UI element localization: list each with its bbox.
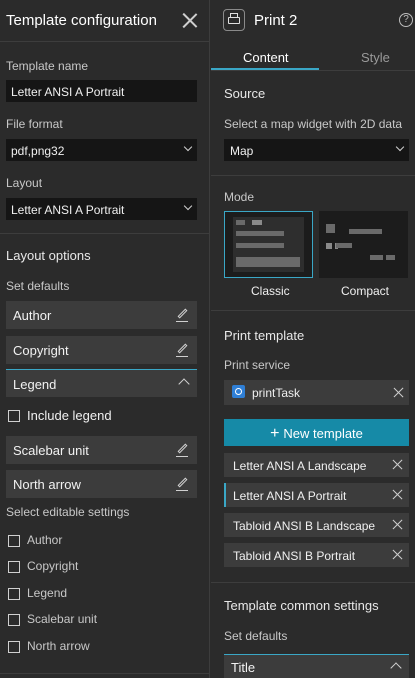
template-name-input[interactable]: Letter ANSI A Portrait <box>6 80 197 102</box>
remove-icon[interactable] <box>392 519 403 530</box>
remove-icon[interactable] <box>393 387 404 398</box>
tab-bar: Content Style <box>211 42 415 71</box>
tab-style[interactable]: Style <box>361 50 390 65</box>
chevron-up-icon[interactable] <box>178 378 190 390</box>
print-service-item[interactable]: printTask <box>224 380 409 405</box>
scalebar-unit-default-row[interactable]: Scalebar unit <box>6 436 197 464</box>
edit-icon[interactable] <box>176 477 188 491</box>
map-widget-value: Map <box>230 144 254 158</box>
divider <box>0 233 209 234</box>
divider <box>211 175 415 176</box>
print-template-title: Print template <box>224 328 305 343</box>
chevron-down-icon <box>183 142 193 152</box>
divider <box>211 582 415 583</box>
title-default-row[interactable]: Title <box>224 654 409 678</box>
editable-item: Copyright <box>27 559 79 573</box>
copyright-label: Copyright <box>13 343 69 358</box>
template-list-item[interactable]: Tabloid ANSI B Portrait <box>224 543 409 567</box>
legend-label: Legend <box>13 377 57 392</box>
source-subtitle: Select a map widget with 2D data <box>224 117 403 131</box>
template-name: Tabloid ANSI B Portrait <box>233 549 356 563</box>
editable-item: Legend <box>27 586 68 600</box>
template-list-item[interactable]: Letter ANSI A Portrait <box>224 483 409 507</box>
mode-classic-label: Classic <box>251 284 290 298</box>
divider <box>211 310 415 311</box>
compact-preview-icon <box>326 224 395 260</box>
set-defaults-label: Set defaults <box>224 629 288 643</box>
template-configuration-panel: Template configuration Template name Let… <box>0 0 210 678</box>
print-service-label: Print service <box>224 358 291 372</box>
editable-item: Author <box>27 533 63 547</box>
source-title: Source <box>224 86 266 101</box>
panel-header: Template configuration <box>0 0 209 42</box>
mode-compact-label: Compact <box>341 284 390 298</box>
printer-icon <box>223 9 245 31</box>
include-legend-checkbox[interactable] <box>8 410 20 422</box>
print-service-name: printTask <box>252 386 301 400</box>
mode-compact-card[interactable] <box>319 211 408 278</box>
edit-icon[interactable] <box>176 343 188 357</box>
plus-icon: + <box>270 425 280 442</box>
include-legend-label: Include legend <box>27 408 112 423</box>
editable-item: North arrow <box>27 639 90 653</box>
north-arrow-default-row[interactable]: North arrow <box>6 470 197 498</box>
scalebar-unit-label: Scalebar unit <box>13 443 89 458</box>
panel-header: Print 2 ? <box>211 0 415 42</box>
tab-content[interactable]: Content <box>243 50 289 65</box>
template-name: Tabloid ANSI B Landscape <box>233 519 376 533</box>
chevron-up-icon[interactable] <box>390 662 402 674</box>
new-template-button[interactable]: + New template <box>224 419 409 446</box>
title-label: Title <box>231 660 256 675</box>
author-editable-checkbox[interactable] <box>8 535 20 547</box>
divider <box>0 673 209 674</box>
legend-editable-checkbox[interactable] <box>8 588 20 600</box>
template-name: Letter ANSI A Portrait <box>233 489 347 503</box>
new-template-label: New template <box>283 426 363 441</box>
close-icon[interactable] <box>181 12 198 29</box>
north-arrow-label: North arrow <box>13 477 81 492</box>
classic-preview-icon <box>233 217 304 272</box>
layout-value: Letter ANSI A Portrait <box>11 203 125 217</box>
layout-label: Layout <box>6 176 43 190</box>
chevron-down-icon <box>395 142 405 152</box>
active-tab-indicator <box>211 68 319 70</box>
chevron-down-icon <box>183 201 193 211</box>
template-list-item[interactable]: Letter ANSI A Landscape <box>224 453 409 477</box>
file-format-select[interactable]: pdf,png32 <box>6 139 197 161</box>
widget-title: Print 2 <box>254 12 298 29</box>
author-default-row[interactable]: Author <box>6 301 197 329</box>
remove-icon[interactable] <box>392 549 403 560</box>
file-format-value: pdf,png32 <box>11 144 65 158</box>
map-widget-select[interactable]: Map <box>224 139 409 161</box>
north-arrow-editable-checkbox[interactable] <box>8 641 20 653</box>
layout-select[interactable]: Letter ANSI A Portrait <box>6 198 197 220</box>
copyright-default-row[interactable]: Copyright <box>6 336 197 364</box>
template-name-label: Template name <box>6 59 89 73</box>
remove-icon[interactable] <box>392 489 403 500</box>
remove-icon[interactable] <box>392 459 403 470</box>
help-icon[interactable]: ? <box>399 13 413 27</box>
edit-icon[interactable] <box>176 443 188 457</box>
file-format-label: File format <box>6 117 63 131</box>
template-list-item[interactable]: Tabloid ANSI B Landscape <box>224 513 409 537</box>
editable-settings-label: Select editable settings <box>6 505 130 519</box>
legend-default-row[interactable]: Legend <box>6 369 197 397</box>
print-settings-panel: Print 2 ? Content Style Source Select a … <box>211 0 415 678</box>
layout-options-title: Layout options <box>6 248 91 263</box>
panel-title: Template configuration <box>6 12 157 29</box>
common-settings-title: Template common settings <box>224 598 379 613</box>
template-name: Letter ANSI A Landscape <box>233 459 367 473</box>
author-label: Author <box>13 308 52 323</box>
editable-item: Scalebar unit <box>27 612 98 626</box>
scalebar-unit-editable-checkbox[interactable] <box>8 614 20 626</box>
copyright-editable-checkbox[interactable] <box>8 561 20 573</box>
mode-classic-card[interactable] <box>224 211 313 278</box>
print-service-icon <box>232 385 245 398</box>
edit-icon[interactable] <box>176 308 188 322</box>
set-defaults-label: Set defaults <box>6 279 70 293</box>
mode-title: Mode <box>224 190 255 204</box>
